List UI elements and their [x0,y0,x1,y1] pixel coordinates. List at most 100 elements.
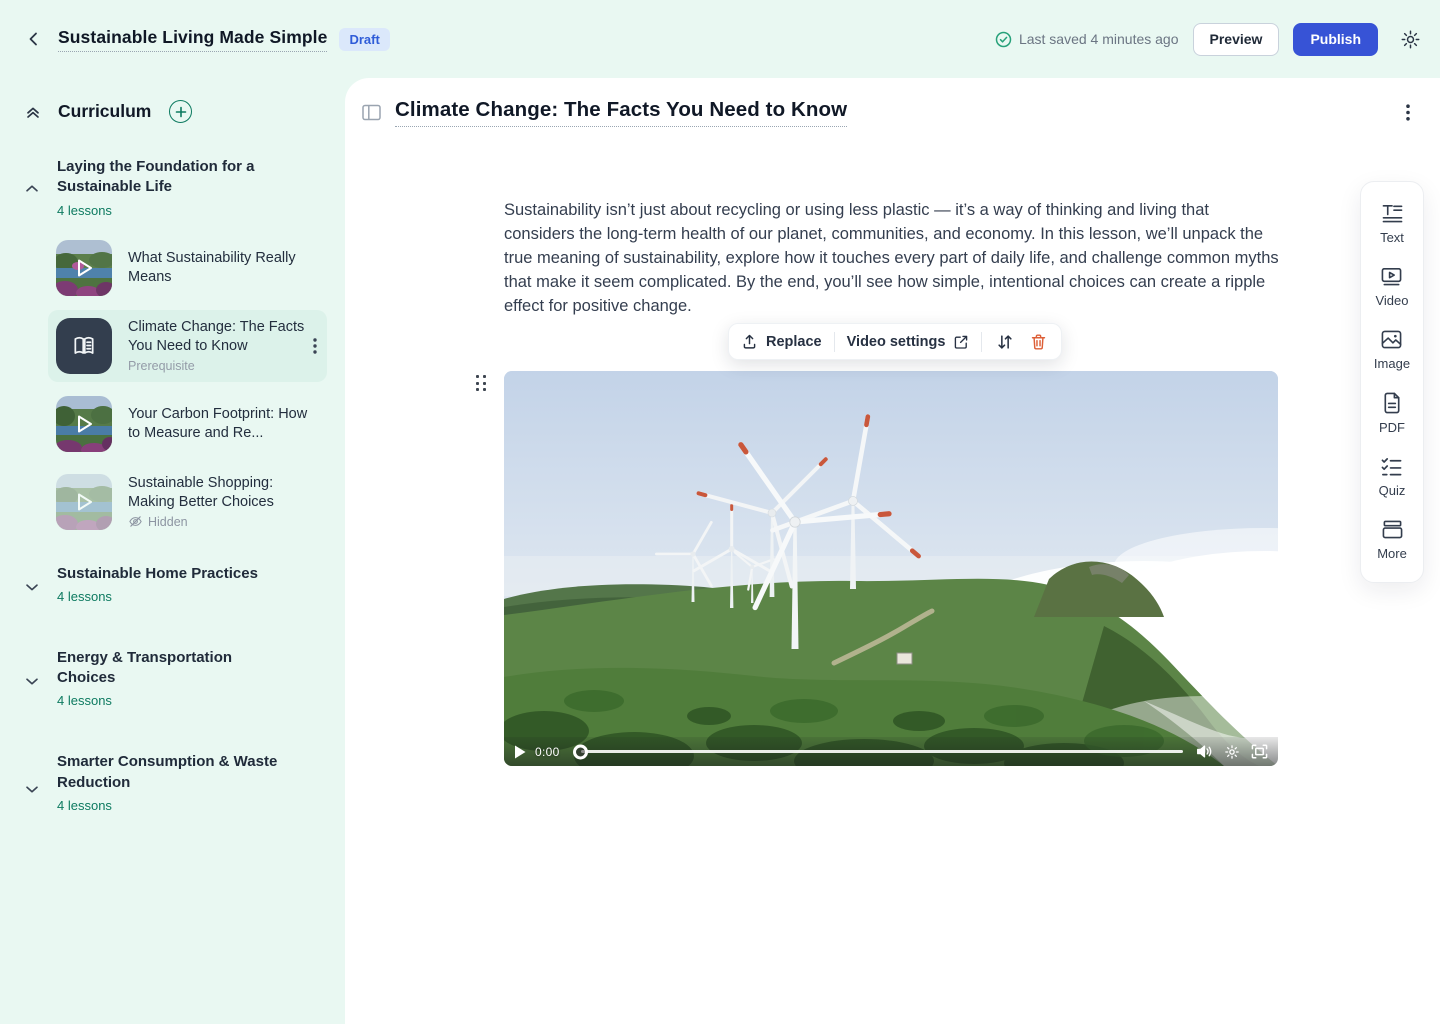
palette-item-quiz[interactable]: Quiz [1379,456,1406,498]
save-status-text: Last saved 4 minutes ago [1019,31,1179,47]
video-icon [1380,266,1403,287]
video-controls-bar: 0:00 [504,737,1278,766]
curriculum-section: Sustainable Home Practices 4 lessons [24,564,327,604]
section-header[interactable]: Sustainable Home Practices 4 lessons [24,564,327,604]
curriculum-section: Laying the Foundation for a Sustainable … [24,157,327,538]
hidden-label-text: Hidden [148,515,188,529]
replace-button[interactable]: Replace [741,333,822,350]
video-progress-thumb[interactable] [573,744,588,759]
lesson-video-thumbnail [56,396,112,452]
lesson-title: Sustainable Shopping: Making Better Choi… [128,474,319,512]
app-header: Sustainable Living Made Simple Draft Las… [0,0,1440,78]
palette-item-pdf[interactable]: PDF [1379,392,1405,435]
curriculum-section: Smarter Consumption & Waste Reduction 4 … [24,752,327,813]
preview-button[interactable]: Preview [1193,23,1280,56]
block-palette: Text Video Image PDF [1360,181,1424,583]
video-progress-bar[interactable] [581,750,1183,753]
pdf-icon [1382,392,1402,414]
video-settings-gear-button[interactable] [1224,744,1240,760]
image-icon [1380,329,1403,350]
video-player[interactable]: 0:00 [504,371,1278,766]
video-block-toolbar: Replace Video settings [728,323,1062,360]
section-lesson-count: 4 lessons [57,203,287,218]
section-lesson-count: 4 lessons [57,798,287,813]
lesson-item[interactable]: What Sustainability Really Means [48,232,327,304]
curriculum-sidebar: Curriculum Laying the Foundation for a S… [0,78,345,1024]
section-title: Smarter Consumption & Waste Reduction [57,752,287,793]
section-lesson-count: 4 lessons [57,693,287,708]
eye-off-icon [128,514,143,529]
gear-icon [1400,29,1421,50]
add-section-button[interactable] [169,100,192,123]
lesson-item[interactable]: Your Carbon Footprint: How to Measure an… [48,388,327,460]
chevron-up-icon [24,160,40,218]
lesson-title-heading[interactable]: Climate Change: The Facts You Need to Kn… [395,98,847,127]
move-block-button[interactable] [994,331,1016,353]
text-icon [1381,203,1404,224]
section-header[interactable]: Energy & Transportation Choices 4 lesson… [24,648,327,709]
settings-button[interactable] [1396,25,1424,53]
palette-label: Video [1375,293,1408,308]
lesson-options-menu[interactable] [1402,100,1414,125]
gear-icon [1224,744,1240,760]
course-title[interactable]: Sustainable Living Made Simple [58,27,327,52]
upload-icon [741,333,758,350]
lesson-body-text[interactable]: Sustainability isn’t just about recyclin… [504,198,1280,318]
publish-button[interactable]: Publish [1293,23,1378,56]
curriculum-header: Curriculum [24,100,327,123]
collapse-all-icon[interactable] [24,103,42,121]
lesson-item-hidden[interactable]: Sustainable Shopping: Making Better Choi… [48,466,327,538]
quiz-checklist-icon [1380,456,1403,477]
palette-item-video[interactable]: Video [1375,266,1408,308]
lesson-item-selected[interactable]: Climate Change: The Facts You Need to Kn… [48,310,327,382]
delete-block-button[interactable] [1028,331,1049,353]
lesson-kebab-menu[interactable] [311,336,319,356]
lesson-title: What Sustainability Really Means [128,249,319,287]
video-settings-button[interactable]: Video settings [847,334,970,350]
section-header[interactable]: Laying the Foundation for a Sustainable … [24,157,327,218]
lesson-hidden-label: Hidden [128,514,319,529]
kebab-icon [313,338,317,354]
chevron-down-icon [24,654,40,709]
section-title: Sustainable Home Practices [57,564,287,584]
back-button[interactable] [22,27,46,51]
section-header[interactable]: Smarter Consumption & Waste Reduction 4 … [24,752,327,813]
panel-toggle-icon[interactable] [362,104,381,121]
palette-item-image[interactable]: Image [1374,329,1410,371]
lesson-title: Your Carbon Footprint: How to Measure an… [128,405,319,443]
palette-label: More [1377,546,1407,561]
palette-item-text[interactable]: Text [1380,203,1404,245]
volume-icon [1196,744,1213,759]
toolbar-divider [834,332,835,352]
video-timestamp: 0:00 [535,745,560,759]
lesson-article-thumbnail [56,318,112,374]
fullscreen-button[interactable] [1251,744,1268,759]
palette-label: PDF [1379,420,1405,435]
volume-button[interactable] [1196,744,1213,759]
curriculum-section: Energy & Transportation Choices 4 lesson… [24,648,327,709]
save-status: Last saved 4 minutes ago [995,31,1179,48]
palette-label: Quiz [1379,483,1406,498]
status-badge: Draft [339,28,389,51]
lesson-prerequisite-label: Prerequisite [128,359,319,373]
curriculum-title: Curriculum [58,101,151,122]
more-blocks-icon [1381,519,1404,540]
lesson-title: Climate Change: The Facts You Need to Kn… [128,318,319,356]
play-button[interactable] [514,745,526,759]
chevron-down-icon [24,570,40,604]
open-book-icon [71,333,97,359]
play-icon [72,490,96,514]
plus-icon [175,106,187,118]
palette-item-more[interactable]: More [1377,519,1407,561]
palette-label: Image [1374,356,1410,371]
trash-icon [1030,333,1047,351]
fullscreen-icon [1251,744,1268,759]
toolbar-divider [981,332,982,352]
block-drag-handle[interactable] [476,375,486,391]
kebab-icon [1406,104,1410,121]
section-title: Energy & Transportation Choices [57,648,287,689]
lesson-editor-panel: Climate Change: The Facts You Need to Kn… [345,78,1440,1024]
check-circle-icon [995,31,1012,48]
section-title: Laying the Foundation for a Sustainable … [57,157,287,198]
replace-label: Replace [766,334,822,350]
